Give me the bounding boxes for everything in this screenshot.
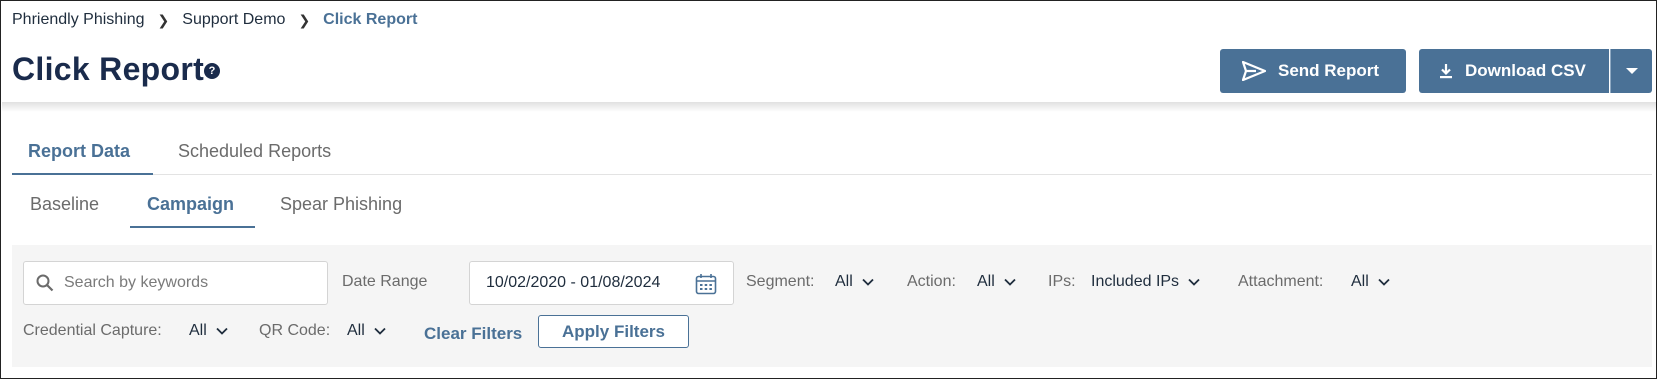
- chevron-down-icon: [862, 278, 874, 286]
- attachment-value: All: [1351, 273, 1369, 290]
- search-icon: [36, 274, 54, 292]
- download-csv-button[interactable]: Download CSV: [1419, 49, 1609, 93]
- qr-code-label: QR Code:: [259, 322, 331, 339]
- ips-value: Included IPs: [1091, 273, 1180, 290]
- app-frame: Phriendly Phishing ❯ Support Demo ❯ Clic…: [0, 0, 1657, 379]
- caret-down-icon: [1625, 68, 1638, 74]
- send-report-label: Send Report: [1278, 61, 1380, 80]
- download-options-button[interactable]: [1610, 49, 1652, 93]
- action-dropdown[interactable]: All: [977, 273, 1016, 291]
- search-input[interactable]: [64, 274, 314, 292]
- qr-code-value: All: [347, 322, 365, 339]
- filters-panel: Date Range 10/02/2020 - 01/08/2024 Segme…: [12, 245, 1652, 367]
- clear-filters-button[interactable]: Clear Filters: [424, 324, 522, 344]
- attachment-label: Attachment:: [1238, 273, 1324, 290]
- send-report-button[interactable]: Send Report: [1220, 49, 1406, 93]
- send-icon: [1242, 61, 1266, 81]
- action-value: All: [977, 273, 995, 290]
- chevron-down-icon: [216, 327, 228, 335]
- download-csv-label: Download CSV: [1465, 61, 1586, 80]
- help-icon[interactable]: ?: [204, 63, 220, 79]
- date-range-value: 10/02/2020 - 01/08/2024: [486, 274, 661, 291]
- page-title: Click Report: [12, 51, 205, 87]
- segment-value: All: [835, 273, 853, 290]
- action-label: Action:: [907, 273, 956, 290]
- attachment-dropdown[interactable]: All: [1351, 273, 1390, 291]
- download-icon: [1440, 64, 1452, 79]
- calendar-icon: [695, 274, 717, 295]
- date-range-label: Date Range: [342, 273, 428, 290]
- segment-label: Segment:: [746, 273, 815, 290]
- subtab-campaign[interactable]: Campaign: [130, 194, 255, 228]
- credential-capture-dropdown[interactable]: All: [189, 322, 228, 340]
- tab-report-data[interactable]: Report Data: [12, 141, 153, 175]
- breadcrumb-item-demo[interactable]: Support Demo: [182, 11, 285, 29]
- header-divider: [2, 102, 1657, 112]
- segment-dropdown[interactable]: All: [835, 273, 874, 291]
- subtab-spear-phishing[interactable]: Spear Phishing: [280, 194, 402, 215]
- credential-capture-label: Credential Capture:: [23, 322, 162, 339]
- credential-capture-value: All: [189, 322, 207, 339]
- chevron-down-icon: [1188, 278, 1200, 286]
- chevron-down-icon: [1004, 278, 1016, 286]
- subtab-baseline[interactable]: Baseline: [30, 194, 99, 215]
- qr-code-dropdown[interactable]: All: [347, 322, 386, 340]
- ips-dropdown[interactable]: Included IPs: [1091, 273, 1200, 291]
- chevron-right-icon: ❯: [157, 11, 170, 28]
- chevron-right-icon: ❯: [298, 11, 311, 28]
- search-box[interactable]: [23, 261, 328, 305]
- ips-label: IPs:: [1048, 273, 1076, 290]
- breadcrumb: Phriendly Phishing ❯ Support Demo ❯ Clic…: [12, 11, 417, 29]
- date-range-picker[interactable]: 10/02/2020 - 01/08/2024: [469, 261, 734, 305]
- chevron-down-icon: [1378, 278, 1390, 286]
- breadcrumb-item-org[interactable]: Phriendly Phishing: [12, 11, 145, 29]
- breadcrumb-current: Click Report: [323, 11, 418, 28]
- chevron-down-icon: [374, 327, 386, 335]
- apply-filters-button[interactable]: Apply Filters: [538, 315, 689, 348]
- report-tabs: Report Data Scheduled Reports: [12, 141, 1652, 175]
- tab-scheduled-reports[interactable]: Scheduled Reports: [178, 141, 331, 162]
